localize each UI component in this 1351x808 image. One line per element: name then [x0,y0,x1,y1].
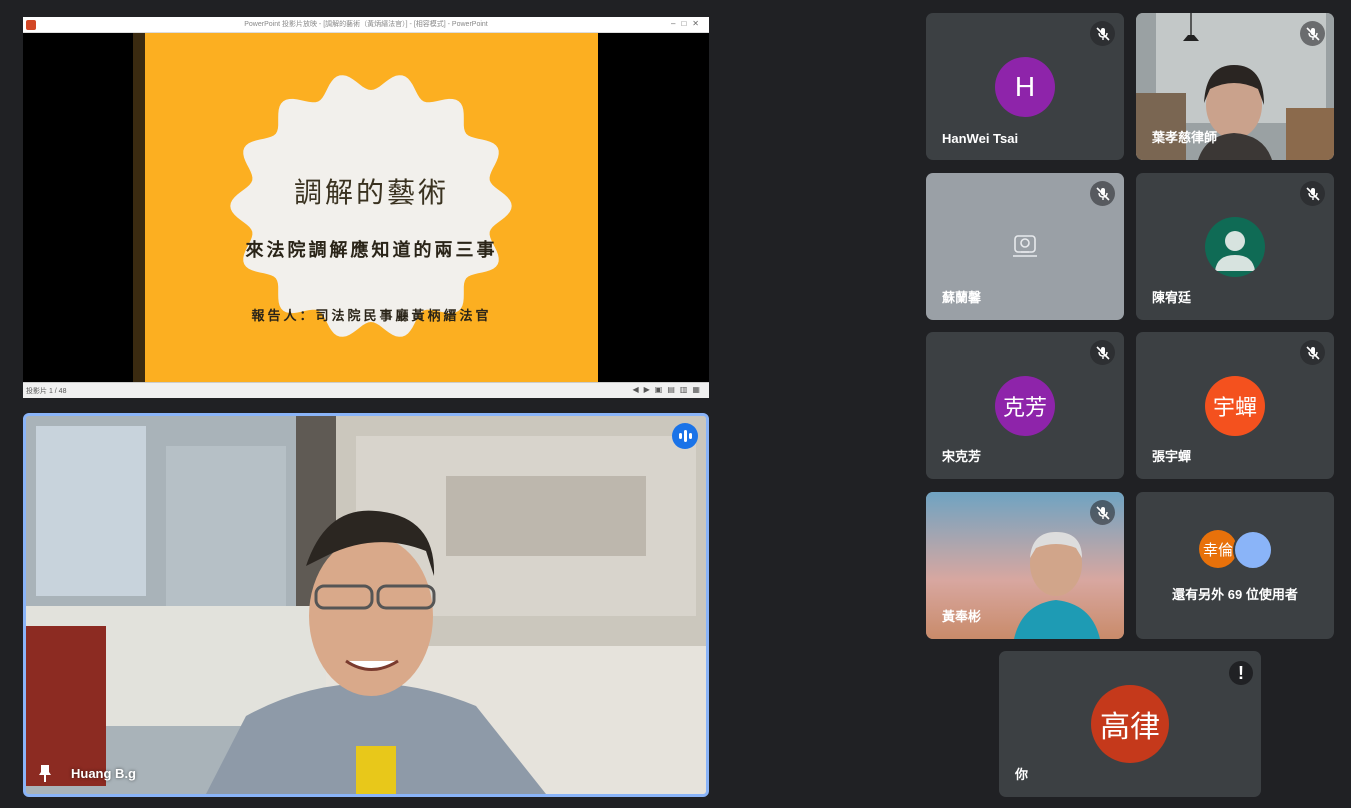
speaker-tile[interactable]: Huang B.g [23,413,709,797]
participant-tile[interactable]: 陳宥廷 [1136,173,1334,320]
participant-name: 葉孝慈律師 [1152,130,1218,145]
avatar: 高律 [1091,685,1169,763]
speaking-indicator-icon [672,423,698,449]
slideshow-controls-icon[interactable]: ◀▶▣▤▥▦ [632,385,705,394]
avatar: 克芳 [995,376,1055,436]
window-controls-icon: –□✕ [671,19,705,28]
more-participants-avatars: 幸倫 [1199,530,1279,570]
mic-muted-icon [1300,181,1325,206]
self-tile[interactable]: ! 高律 你 [999,651,1261,797]
mic-muted-icon [1090,340,1115,365]
more-participants-text: 還有另外 69 位使用者 [1172,587,1298,602]
meeting-stage: PowerPoint 投影片放映 - [調解的藝術（黃炳縉法官）] - [相容模… [0,0,1351,808]
default-avatar-icon [1205,217,1265,277]
self-name: 你 [1015,767,1029,782]
avatar: H [995,57,1055,117]
camera-off-icon [1013,235,1037,257]
participant-name: HanWei Tsai [942,131,1019,146]
avatar [1233,530,1273,570]
slide-title: 調解的藝術 [293,176,449,209]
mic-muted-icon [1090,21,1115,46]
mic-muted-icon [1090,500,1115,525]
participant-tile[interactable]: 蘇蘭馨 [926,173,1124,320]
slide-counter: 投影片 1 / 48 [26,388,67,395]
mic-muted-icon [1300,340,1325,365]
speaker-video [26,416,706,794]
slide-reporter: 報告人：司法院民事廳黃柄縉法官 [251,309,492,324]
presentation-tile[interactable]: PowerPoint 投影片放映 - [調解的藝術（黃炳縉法官）] - [相容模… [23,17,709,398]
mic-muted-icon [1090,181,1115,206]
slideshow-statusbar: 投影片 1 / 48 ◀▶▣▤▥▦ [23,382,709,398]
alert-icon[interactable]: ! [1229,661,1253,685]
presentation-titlebar: PowerPoint 投影片放映 - [調解的藝術（黃炳縉法官）] - [相容模… [23,17,709,33]
slide: 調解的藝術 來法院調解應知道的兩三事 報告人：司法院民事廳黃柄縉法官 [145,33,598,382]
slide-subtitle: 來法院調解應知道的兩三事 [245,240,498,261]
participant-name: 陳宥廷 [1152,290,1192,305]
presentation-window-title: PowerPoint 投影片放映 - [調解的藝術（黃炳縉法官）] - [相容模… [244,21,488,28]
mic-muted-icon [1300,21,1325,46]
participant-name: 張宇蟬 [1152,449,1192,464]
avatar: 宇蟬 [1205,376,1265,436]
avatar: 幸倫 [1199,530,1237,568]
participant-name: 黃奉彬 [942,609,982,624]
participant-tile[interactable]: 葉孝慈律師 [1136,13,1334,160]
participant-name: 宋克芳 [942,449,982,464]
speaker-name: Huang B.g [71,766,136,781]
participant-name: 蘇蘭馨 [942,290,982,305]
slide-border [133,33,145,382]
participant-tile[interactable]: 宇蟬 張宇蟬 [1136,332,1334,479]
pin-icon[interactable] [38,764,52,782]
more-participants-tile[interactable]: 幸倫 還有另外 69 位使用者 [1136,492,1334,639]
participant-tile[interactable]: H HanWei Tsai [926,13,1124,160]
participant-tile[interactable]: 克芳 宋克芳 [926,332,1124,479]
participant-tile[interactable]: 黃奉彬 [926,492,1124,639]
